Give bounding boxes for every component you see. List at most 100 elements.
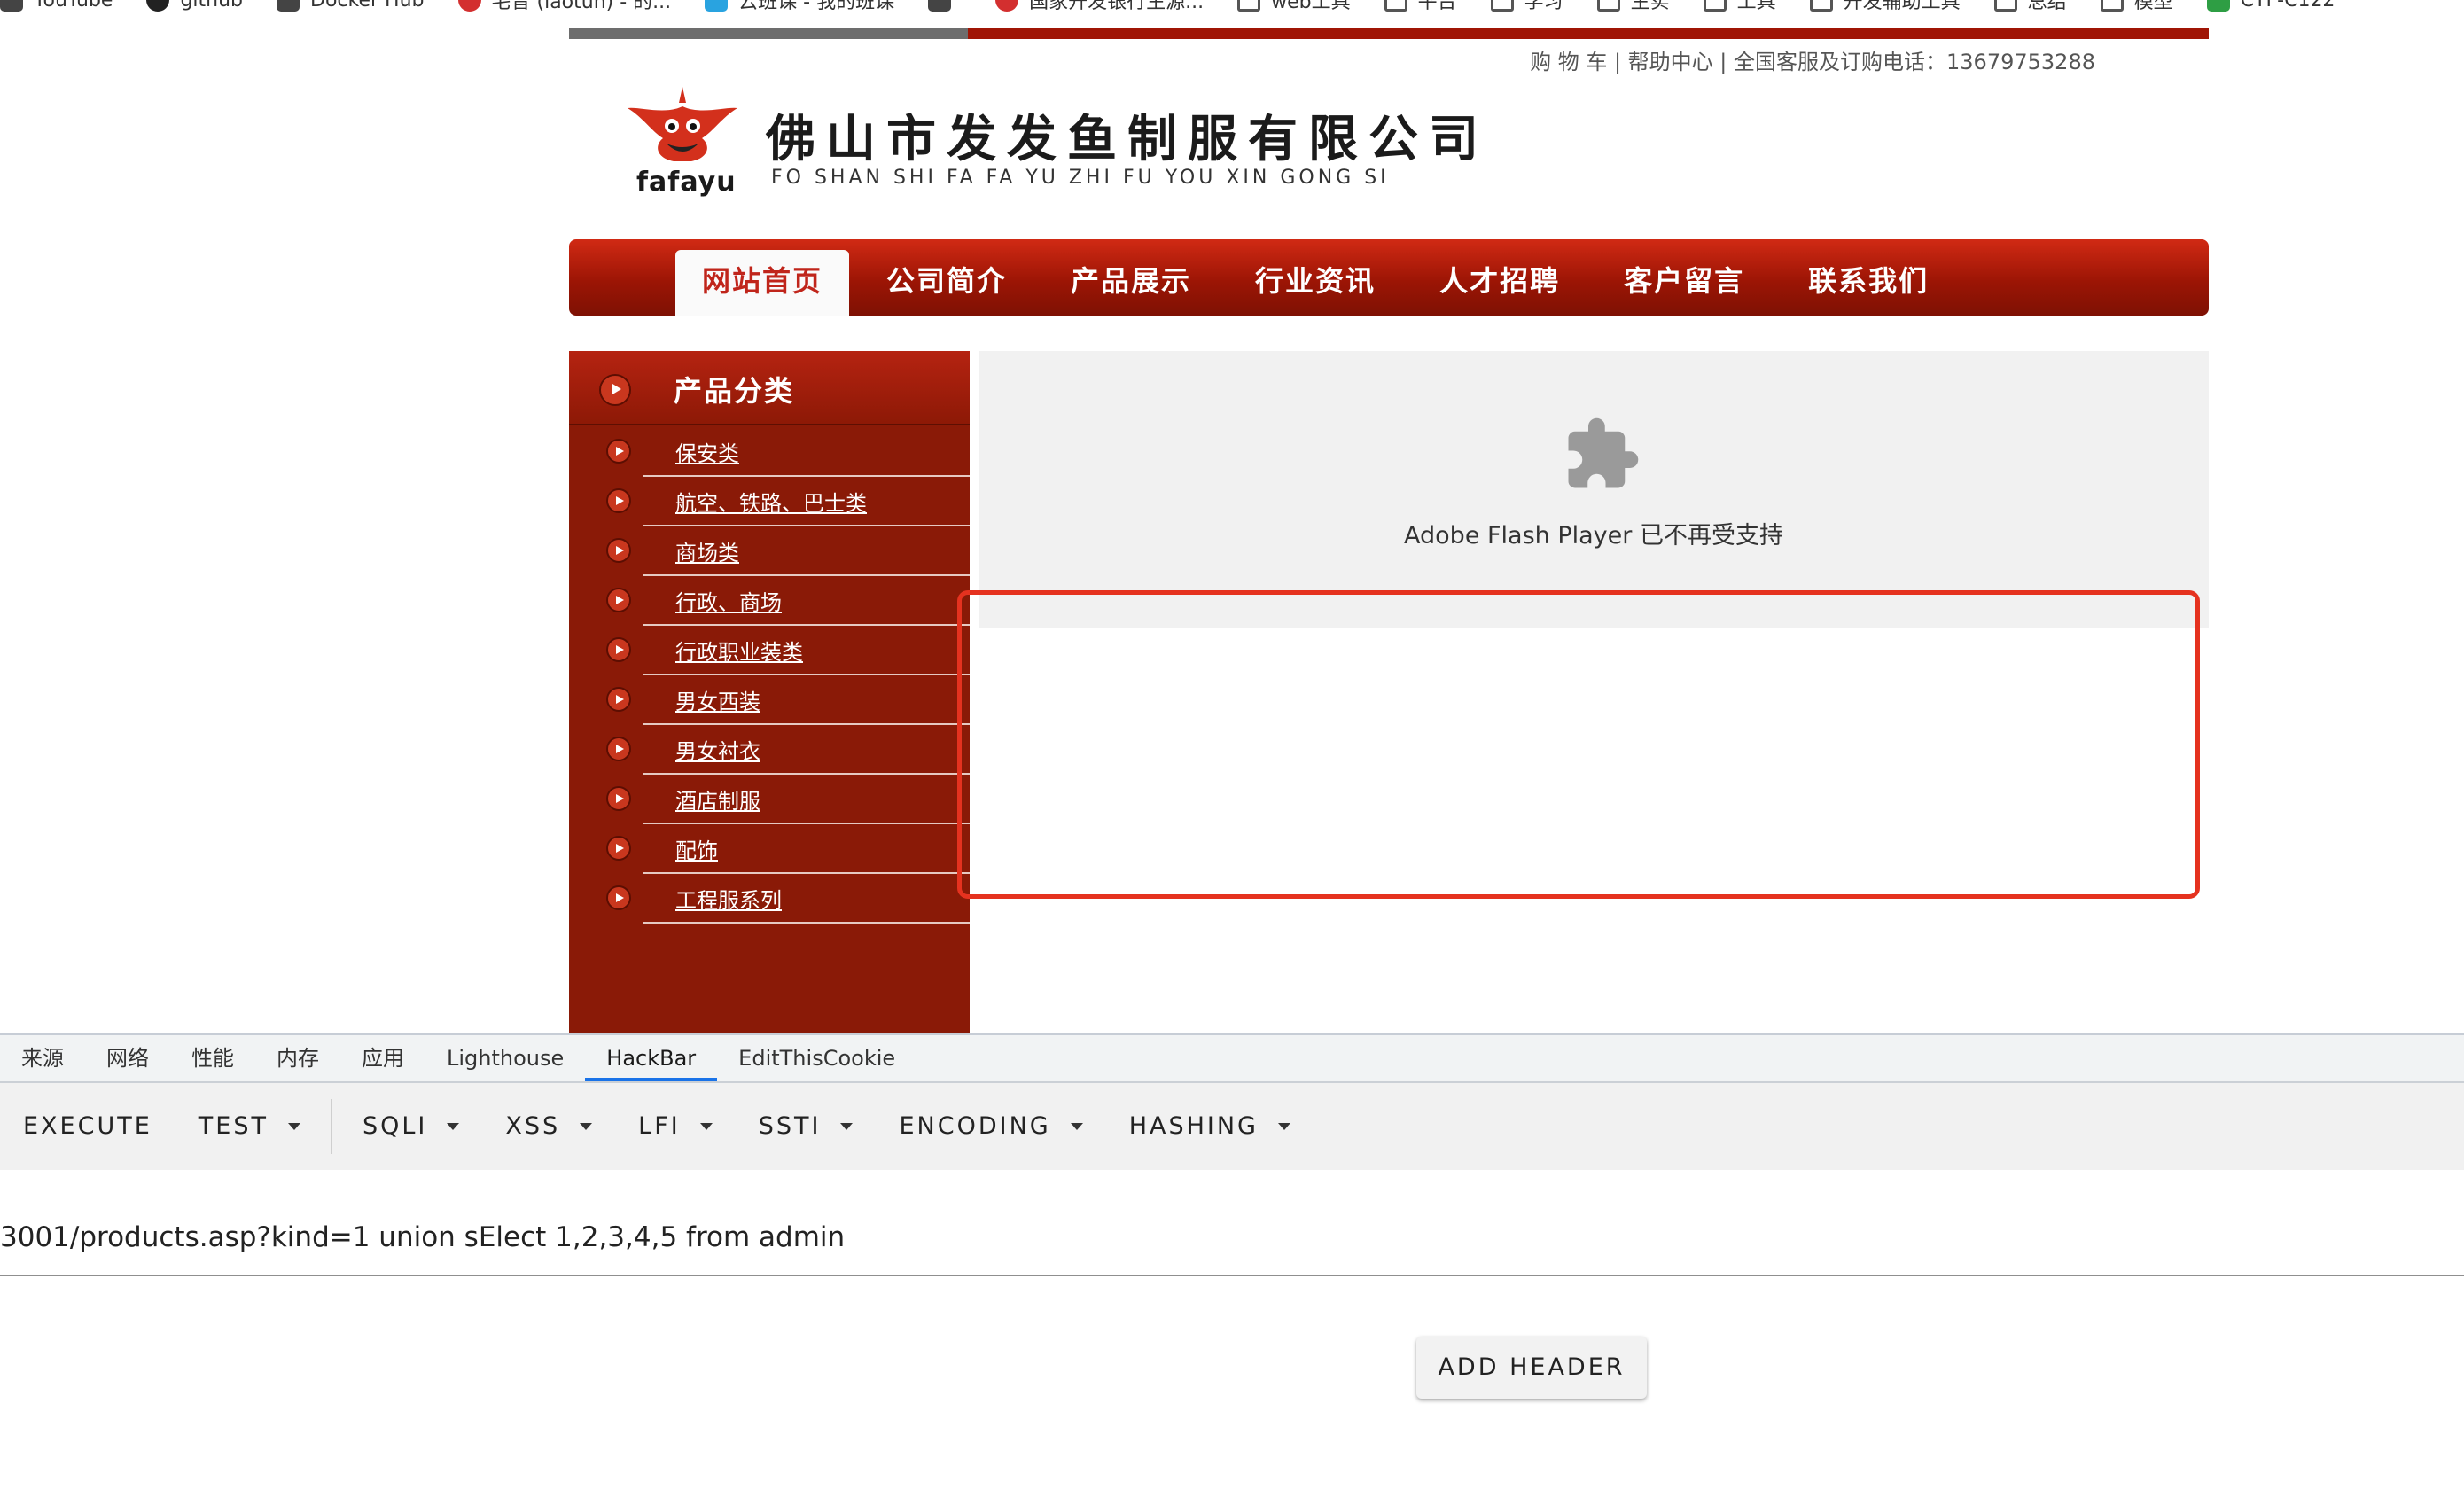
sidebar-title: 产品分类 (674, 374, 795, 408)
sidebar-header: 产品分类 (569, 351, 970, 425)
category-item[interactable]: 保安类 (569, 427, 970, 477)
nav-item[interactable]: 网站首页 (675, 250, 850, 316)
button-label: HASHING (1128, 1112, 1259, 1140)
company-name: 佛山市发发鱼制服有限公司 (766, 110, 1489, 168)
arrow-bullet-icon (606, 836, 631, 861)
category-link[interactable]: 商场类 (675, 535, 739, 566)
url-value[interactable]: 3001/products.asp?kind=1 union sElect 1,… (0, 1221, 845, 1253)
github-icon (146, 0, 170, 12)
caret-down-icon (580, 1123, 593, 1130)
category-link[interactable]: 酒店制服 (675, 784, 760, 815)
toolbar-separator (330, 1099, 332, 1154)
bookmark-label: Docker Hub (310, 0, 425, 12)
category-link[interactable]: 工程服系列 (675, 883, 782, 914)
company-pinyin: FO SHAN SHI FA FA YU ZHI FU YOU XIN GONG… (771, 167, 1390, 189)
button-label: TEST (198, 1112, 269, 1140)
nav-item[interactable]: 公司简介 (860, 250, 1033, 316)
arrow-bullet-icon (606, 885, 631, 910)
add-header-button[interactable]: ADD HEADER (1416, 1337, 1647, 1399)
devtools-tab[interactable]: HackBar (585, 1035, 718, 1081)
arrow-bullet-icon (606, 588, 631, 612)
test-button[interactable]: TEST (175, 1083, 324, 1170)
execute-button[interactable]: EXECUTE (0, 1083, 175, 1170)
caret-down-icon (1070, 1123, 1083, 1130)
button-label: XSS (505, 1112, 561, 1140)
nav-item[interactable]: 人才招聘 (1413, 250, 1587, 316)
lfi-button[interactable]: LFI (615, 1083, 736, 1170)
devtools-tab[interactable]: 网络 (85, 1035, 170, 1081)
category-item[interactable]: 酒店制服 (569, 775, 970, 824)
bookmark-label: github (180, 0, 244, 12)
logo-text: fafayu (636, 167, 737, 198)
bookmark-item[interactable]: CTF-C122 (2206, 0, 2335, 12)
button-label: ENCODING (899, 1112, 1051, 1140)
caret-down-icon (699, 1123, 713, 1130)
product-category-sidebar: 产品分类 保安类航空、铁路、巴士类 商场类行政、商场行政职业装类 男女西装男女衬衣酒… (569, 351, 970, 1033)
devtools-tab[interactable]: 来源 (0, 1035, 85, 1081)
arrow-bullet-icon (606, 786, 631, 811)
caret-down-icon (447, 1123, 460, 1130)
nav-item[interactable]: 行业资讯 (1228, 250, 1402, 316)
category-item[interactable]: 商场类 (569, 526, 970, 576)
category-link[interactable]: 行政、商场 (675, 585, 782, 616)
button-label: EXECUTE (23, 1112, 152, 1140)
bookmark-icon (457, 0, 481, 12)
youtube-icon (0, 0, 23, 12)
devtools-tab[interactable]: 性能 (170, 1035, 255, 1081)
caret-down-icon (1277, 1123, 1290, 1130)
arrow-bullet-icon (599, 374, 631, 406)
plugin-puzzle-icon (1568, 417, 1639, 488)
flash-unsupported-message: Adobe Flash Player 已不再受支持 (1404, 522, 1783, 550)
hashing-button[interactable]: HASHING (1106, 1083, 1314, 1170)
top-rule (569, 28, 2209, 39)
nav-item[interactable]: 产品展示 (1044, 250, 1218, 316)
main-nav: 网站首页 公司简介 产品展示 行业资讯 人才招聘 客户留言 联系我们 (569, 239, 2209, 316)
arrow-bullet-icon (606, 687, 631, 712)
devtools-tab[interactable]: 内存 (255, 1035, 340, 1081)
devtools-tabs: 来源 网络 性能 内存 应用 Lighthouse HackBar EditThisCooki… (0, 1035, 2464, 1083)
category-item[interactable]: 配饰 (569, 824, 970, 874)
arrow-bullet-icon (606, 538, 631, 563)
bookmark-label: CTF-C122 (2240, 0, 2335, 12)
category-link[interactable]: 航空、铁路、巴士类 (675, 486, 867, 517)
category-item[interactable]: 男女衬衣 (569, 725, 970, 775)
category-divider (643, 922, 970, 924)
flash-placeholder: Adobe Flash Player 已不再受支持 (979, 351, 2209, 628)
nav-item[interactable]: 联系我们 (1782, 250, 1955, 316)
hackbar-toolbar: EXECUTE TEST SQLI XSS LFI SSTI ENCODING HASHING (0, 1083, 2464, 1170)
docker-icon (277, 0, 300, 12)
ssti-button[interactable]: SSTI (736, 1083, 877, 1170)
category-link[interactable]: 行政职业装类 (675, 635, 803, 666)
button-label: LFI (638, 1112, 681, 1140)
arrow-bullet-icon (606, 737, 631, 761)
button-label: SQLI (362, 1112, 428, 1140)
devtools-tab[interactable]: Lighthouse (425, 1035, 585, 1081)
category-item[interactable]: 工程服系列 (569, 874, 970, 924)
sqli-button[interactable]: SQLI (339, 1083, 482, 1170)
bookmark-item[interactable]: github (146, 0, 243, 12)
bookmark-item[interactable]: YouTube (0, 0, 113, 12)
devtools-tab[interactable]: 应用 (340, 1035, 425, 1081)
category-item[interactable]: 行政职业装类 (569, 626, 970, 675)
hackbar-url-input[interactable]: 3001/products.asp?kind=1 union sElect 1,… (0, 1211, 2464, 1276)
category-link[interactable]: 男女西装 (675, 684, 760, 715)
arrow-bullet-icon (606, 488, 631, 513)
xss-button[interactable]: XSS (482, 1083, 615, 1170)
button-label: SSTI (758, 1112, 822, 1140)
caret-down-icon (287, 1123, 300, 1130)
nav-item[interactable]: 客户留言 (1597, 250, 1771, 316)
encoding-button[interactable]: ENCODING (876, 1083, 1105, 1170)
category-item[interactable]: 航空、铁路、巴士类 (569, 477, 970, 526)
category-item[interactable]: 行政、商场 (569, 576, 970, 626)
category-link[interactable]: 男女衬衣 (675, 734, 760, 765)
bookmark-item[interactable]: Docker Hub (277, 0, 425, 12)
top-links[interactable]: 购 物 车 | 帮助中心 | 全国客服及订购电话：13679753288 (1530, 44, 2095, 75)
bookmark-label: YouTube (34, 0, 113, 12)
arrow-bullet-icon (606, 439, 631, 464)
sheets-icon (2206, 0, 2230, 12)
highlight-box (957, 590, 2200, 899)
category-item[interactable]: 男女西装 (569, 675, 970, 725)
category-link[interactable]: 配饰 (675, 833, 718, 864)
category-link[interactable]: 保安类 (675, 436, 739, 467)
devtools-tab[interactable]: EditThisCookie (717, 1035, 916, 1081)
